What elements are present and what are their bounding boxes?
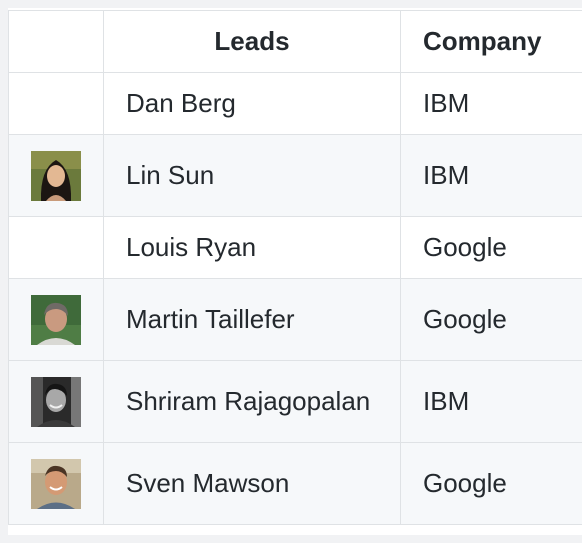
avatar-photo — [31, 458, 81, 509]
lead-company: IBM — [400, 360, 582, 443]
company-column-header: Company — [400, 10, 582, 73]
avatar-photo — [31, 294, 81, 345]
photo-cell — [8, 72, 104, 135]
lead-name: Shriram Rajagopalan — [103, 360, 401, 443]
lead-company: Google — [400, 216, 582, 279]
lead-name: Martin Taillefer — [103, 278, 401, 361]
lead-company: Google — [400, 278, 582, 361]
photo-cell — [8, 216, 104, 279]
photo-cell — [8, 134, 104, 217]
table-row: Martin Taillefer Google — [8, 278, 582, 361]
avatar-photo — [31, 150, 81, 201]
table-row: Louis Ryan Google — [8, 216, 582, 279]
lead-name: Lin Sun — [103, 134, 401, 217]
leads-column-header: Leads — [103, 10, 401, 73]
avatar-photo — [31, 376, 81, 427]
table-row: Dan Berg IBM — [8, 72, 582, 135]
lead-company: Google — [400, 442, 582, 525]
table-header-row: Leads Company — [8, 10, 582, 73]
photo-cell — [8, 278, 104, 361]
table-row: Lin Sun IBM — [8, 134, 582, 217]
lead-company: IBM — [400, 134, 582, 217]
lead-company: IBM — [400, 72, 582, 135]
photo-cell — [8, 360, 104, 443]
lead-name: Louis Ryan — [103, 216, 401, 279]
lead-name: Sven Mawson — [103, 442, 401, 525]
leads-table: Leads Company Dan Berg IBM Lin Sun IBM L… — [8, 10, 582, 525]
photo-column-header — [8, 10, 104, 73]
photo-cell — [8, 442, 104, 525]
table-row: Sven Mawson Google — [8, 442, 582, 525]
table-row: Shriram Rajagopalan IBM — [8, 360, 582, 443]
lead-name: Dan Berg — [103, 72, 401, 135]
